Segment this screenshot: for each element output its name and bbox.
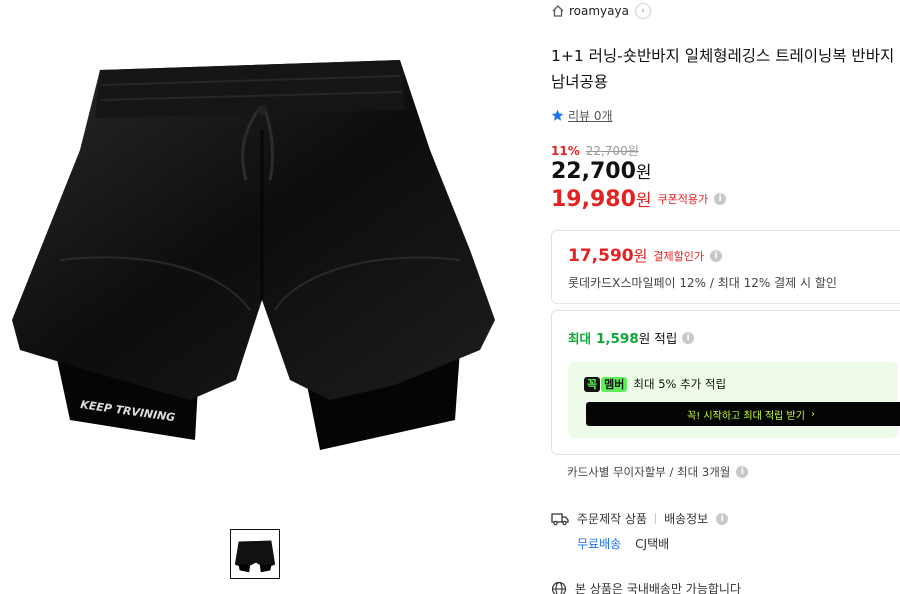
store-link[interactable]: roamyaya › (551, 2, 651, 20)
product-gallery: KEEP TRVINING (0, 0, 522, 594)
shipping-info-label: 배송정보 (664, 512, 709, 526)
points-prefix: 최대 (568, 331, 592, 346)
sale-price: 22,700원 (551, 158, 652, 184)
payment-discount-detail: 롯데카드X스마일페이 12% / 최대 12% 결제 시 할인 (568, 276, 837, 290)
points-suffix: 원 적립 (638, 331, 678, 346)
membership-promo: 꼭 멤버 최대 5% 추가 적립 꼭! 시작하고 최대 적립 받기 › (568, 362, 900, 438)
original-price: 22,700원 (585, 144, 639, 158)
thumbnail-image (231, 530, 279, 578)
payment-discount-amount: 17,590 (568, 246, 634, 266)
member-extra-points: 최대 5% 추가 적립 (633, 377, 727, 391)
member-badge: 멤버 (601, 377, 628, 392)
globe-icon (551, 581, 567, 594)
truck-icon (551, 512, 569, 525)
info-icon[interactable]: i (716, 512, 729, 525)
payment-discount-currency: 원 (633, 247, 648, 265)
sale-price-amount: 22,700 (551, 159, 636, 184)
domestic-shipping-text: 본 상품은 국내배송만 가능합니다 (575, 582, 742, 594)
star-icon (551, 109, 564, 121)
points-box: 최대 1,598원 적립 i 꼭 멤버 최대 5% 추가 적립 꼭! 시작하고 최… (551, 310, 900, 455)
points-amount: 1,598 (596, 331, 639, 347)
product-thumbnail[interactable] (230, 529, 280, 579)
info-icon[interactable]: i (714, 193, 727, 205)
coupon-price-amount: 19,980 (551, 187, 636, 212)
home-icon (552, 5, 564, 17)
installment-info: 카드사별 무이자할부 / 최대 3개월 i (567, 464, 749, 480)
sale-price-currency: 원 (635, 163, 652, 183)
product-title: 1+1 러닝-숏반바지 일체형레깅스 트레이닝복 반바지 남녀공용 (551, 47, 895, 91)
courier-label: CJ택배 (635, 537, 670, 551)
installment-text: 카드사별 무이자할부 / 최대 3개월 (567, 465, 731, 479)
review-link[interactable]: 리뷰 0개 (551, 107, 613, 124)
discount-row: 11% 22,700원 (551, 142, 639, 159)
payment-discount-note: 결제할인가 (653, 249, 705, 263)
info-icon[interactable]: i (682, 331, 695, 344)
max-points: 최대 1,598원 적립 i (568, 328, 695, 347)
member-badge-icon: 꼭 (584, 377, 601, 392)
made-to-order-label: 주문제작 상품 (577, 512, 648, 526)
product-info-panel: roamyaya › 1+1 러닝-숏반바지 일체형레깅스 트레이닝복 반바지 … (551, 0, 900, 594)
review-count: 리뷰 0개 (568, 109, 613, 123)
payment-discount-box: 17,590원 결제할인가 i 롯데카드X스마일페이 12% / 최대 12% … (551, 230, 900, 304)
coupon-price-currency: 원 (635, 191, 652, 211)
chevron-right-icon: › (810, 408, 815, 420)
discount-percent: 11% (551, 143, 580, 158)
domestic-shipping-notice: 본 상품은 국내배송만 가능합니다 (551, 580, 741, 594)
shipping-row: 주문제작 상품 배송정보 i (551, 510, 729, 527)
product-main-image[interactable]: KEEP TRVINING (0, 0, 522, 505)
chevron-right-icon: › (634, 3, 651, 19)
membership-start-label: 꼭! 시작하고 최대 적립 받기 (687, 410, 805, 422)
shipping-detail-row: 무료배송 CJ택배 (577, 535, 669, 552)
info-icon[interactable]: i (736, 466, 749, 478)
membership-start-button[interactable]: 꼭! 시작하고 최대 적립 받기 › (586, 402, 900, 426)
free-shipping-label: 무료배송 (577, 537, 622, 551)
divider (655, 513, 657, 524)
info-icon[interactable]: i (710, 249, 723, 262)
coupon-price: 19,980원 쿠폰적용가 i (551, 186, 727, 212)
coupon-price-note: 쿠폰적용가 (657, 193, 709, 206)
store-name: roamyaya (569, 4, 629, 18)
